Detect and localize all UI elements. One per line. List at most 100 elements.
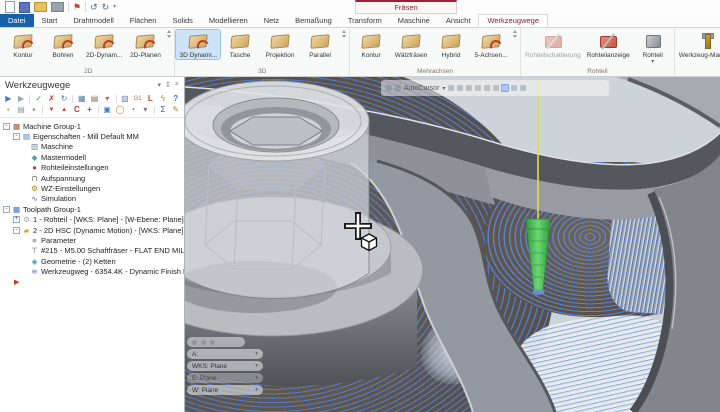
select-all-operations-icon[interactable]: ▶ <box>3 94 14 104</box>
overlay-icon[interactable] <box>192 340 197 345</box>
panel-close-icon[interactable]: × <box>175 81 179 89</box>
tree-row[interactable]: - ▰ 2 - 2D HSC (Dynamic Motion) - [WKS: … <box>0 225 184 235</box>
tree-row[interactable]: - ▦ Machine Group-1 <box>0 121 184 131</box>
tree-row[interactable]: ≋ Werkzeugweg - 6354.4K - Dynamic Finish… <box>0 266 184 276</box>
chevron-down-icon[interactable]: ▾ <box>442 85 445 92</box>
post-g1-icon[interactable]: G1 <box>132 94 143 104</box>
flag-icon[interactable]: ⚑ <box>73 2 81 12</box>
snap-icon[interactable] <box>448 85 454 91</box>
selection-mode-icon[interactable] <box>502 85 508 91</box>
post-icon[interactable]: ▪ <box>28 105 39 115</box>
panel-pin-icon[interactable]: ↧ <box>165 81 171 89</box>
overlay-icon[interactable] <box>210 340 215 345</box>
tree-row[interactable]: ⊤ #215 - M5.00 Schaftfräser - FLAT END M… <box>0 246 184 256</box>
snap-icon[interactable] <box>511 85 517 91</box>
redo-icon[interactable]: ↻ <box>102 2 110 12</box>
tab-ansicht[interactable]: Ansicht <box>438 14 479 27</box>
lock-icon[interactable]: ▪ <box>3 105 14 115</box>
undo-icon[interactable]: ↺ <box>90 2 98 12</box>
ribbon-item-kontur-2d[interactable]: Kontur <box>3 30 43 59</box>
tab-datei[interactable]: Datei <box>0 14 34 27</box>
ribbon-item-projektion[interactable]: Projektion <box>260 30 300 59</box>
tree-row[interactable]: ● Rohteileinstellungen <box>0 163 184 173</box>
print-icon[interactable] <box>51 2 64 12</box>
insert-arrow-icon[interactable]: + <box>84 105 95 115</box>
context-tab-fraesen[interactable]: Fräsen <box>355 0 457 14</box>
edit-icon[interactable]: ✎ <box>170 105 181 115</box>
expand-icon[interactable]: + <box>13 216 20 223</box>
ribbon-item-rohteilanzeige[interactable]: Rohteilanzeige <box>584 30 633 59</box>
expand-icon[interactable]: - <box>3 123 10 130</box>
tree-row[interactable]: ≡ Parameter <box>0 235 184 245</box>
expand-icon[interactable]: - <box>3 206 10 213</box>
select-window-icon[interactable]: ▣ <box>102 105 113 115</box>
move-up-icon[interactable]: ▲ <box>59 105 70 115</box>
chevron-down-icon[interactable]: ▾ <box>140 105 151 115</box>
group-scroll-arrows[interactable] <box>165 30 173 38</box>
panel-collapse-icon[interactable]: ▾ <box>158 81 162 89</box>
customize-qat-icon[interactable]: ▾ <box>113 2 116 12</box>
tree-row[interactable]: ◈ Geometrie - (2) Ketten <box>0 256 184 266</box>
ribbon-item-3d-dynamik[interactable]: 3D Dynami... <box>176 30 220 59</box>
axis-overlay[interactable]: A: ▾ <box>187 349 263 359</box>
group-scroll-arrows[interactable] <box>511 30 519 38</box>
tree-row[interactable]: ◆ Mastermodell <box>0 152 184 162</box>
expand-icon[interactable]: - <box>13 133 20 140</box>
tree-row[interactable]: ∿ Simulation <box>0 194 184 204</box>
select-no-operations-icon[interactable]: ▶ <box>16 94 27 104</box>
verify-icon[interactable]: ▦ <box>76 94 87 104</box>
tree-row[interactable]: ⚙ WZ-Einstellungen <box>0 183 184 193</box>
help-icon[interactable]: ? <box>170 94 181 104</box>
graphics-viewport[interactable]: AutoCursor ▾ A: ▾ WKS: Plane <box>185 77 720 412</box>
analyze-icon[interactable]: ϟ <box>158 94 169 104</box>
ribbon-item-werkzeug-manager[interactable]: Werkzeug-Manager <box>676 30 720 59</box>
snap-icon[interactable] <box>466 85 472 91</box>
snap-icon[interactable] <box>520 85 526 91</box>
tab-netz[interactable]: Netz <box>256 14 287 27</box>
chevron-down-icon[interactable]: ▾ <box>102 94 113 104</box>
tree-row[interactable]: - ▦ Toolpath Group-1 <box>0 204 184 214</box>
ribbon-item-rohteil[interactable]: Rohteil ▾ <box>633 30 673 64</box>
sheet-icon[interactable]: ▤ <box>16 105 27 115</box>
open-file-icon[interactable] <box>34 2 47 12</box>
snap-icon[interactable] <box>493 85 499 91</box>
ribbon-item-2d-planen[interactable]: 2D-Planen <box>125 30 165 59</box>
cplane-overlay[interactable]: E: Plane ▾ <box>187 373 263 383</box>
ribbon-item-5-achsen[interactable]: 5-Achsen... <box>471 30 511 59</box>
tree-row[interactable]: - ▤ Eigenschaften - Mill Default MM <box>0 131 184 141</box>
history-icon[interactable]: ◔ <box>127 105 138 115</box>
tab-drahtmodell[interactable]: Drahtmodell <box>65 14 121 27</box>
snap-icon[interactable] <box>475 85 481 91</box>
tree-row[interactable]: + ⚙ 1 - Rohteil - [WKS: Plane] - [W-Eben… <box>0 215 184 225</box>
ribbon-item-tasche[interactable]: Tasche <box>220 30 260 59</box>
tree-row[interactable]: ▥ Maschine <box>0 142 184 152</box>
tab-solids[interactable]: Solids <box>164 14 200 27</box>
new-file-icon[interactable] <box>5 1 15 13</box>
tab-werkzeugwege[interactable]: Werkzeugwege <box>478 14 548 27</box>
ribbon-item-bohren[interactable]: Bohren <box>43 30 83 59</box>
donut-icon[interactable]: ◯ <box>115 105 126 115</box>
tab-transform[interactable]: Transform <box>340 14 390 27</box>
overlay-icon[interactable] <box>201 340 206 345</box>
snap-icon[interactable] <box>484 85 490 91</box>
tplane-overlay[interactable]: W: Plane ▾ <box>187 385 263 395</box>
regen-all-icon[interactable]: ✗ <box>46 94 57 104</box>
save-icon[interactable] <box>19 2 30 13</box>
tab-maschine[interactable]: Maschine <box>390 14 438 27</box>
regen-dirty-icon[interactable]: ↻ <box>59 94 70 104</box>
machine-simulation-icon[interactable]: ▤ <box>89 94 100 104</box>
overlay-quick-icons[interactable] <box>187 337 245 347</box>
tree-row[interactable]: ⊓ Aufspannung <box>0 173 184 183</box>
ribbon-item-hybrid[interactable]: Hybrid <box>431 30 471 59</box>
wcs-overlay[interactable]: WKS: Plane ▾ <box>187 361 263 371</box>
ribbon-item-kontur-multiaxis[interactable]: Kontur <box>351 30 391 59</box>
cursor-mode-icon[interactable] <box>395 85 401 91</box>
ribbon-item-parallel[interactable]: Parallel <box>300 30 340 59</box>
ribbon-item-2d-dynamik[interactable]: 2D-Dynam... <box>83 30 125 59</box>
insert-position-marker[interactable]: ▶ <box>0 277 184 287</box>
move-down-icon[interactable]: ▼ <box>46 105 57 115</box>
grid-icon[interactable] <box>386 85 392 91</box>
ribbon-item-waelzfraesen[interactable]: Wälzfräsen <box>391 30 431 59</box>
sigma-icon[interactable]: Σ <box>158 105 169 115</box>
regen-selected-icon[interactable]: ✓ <box>33 94 44 104</box>
